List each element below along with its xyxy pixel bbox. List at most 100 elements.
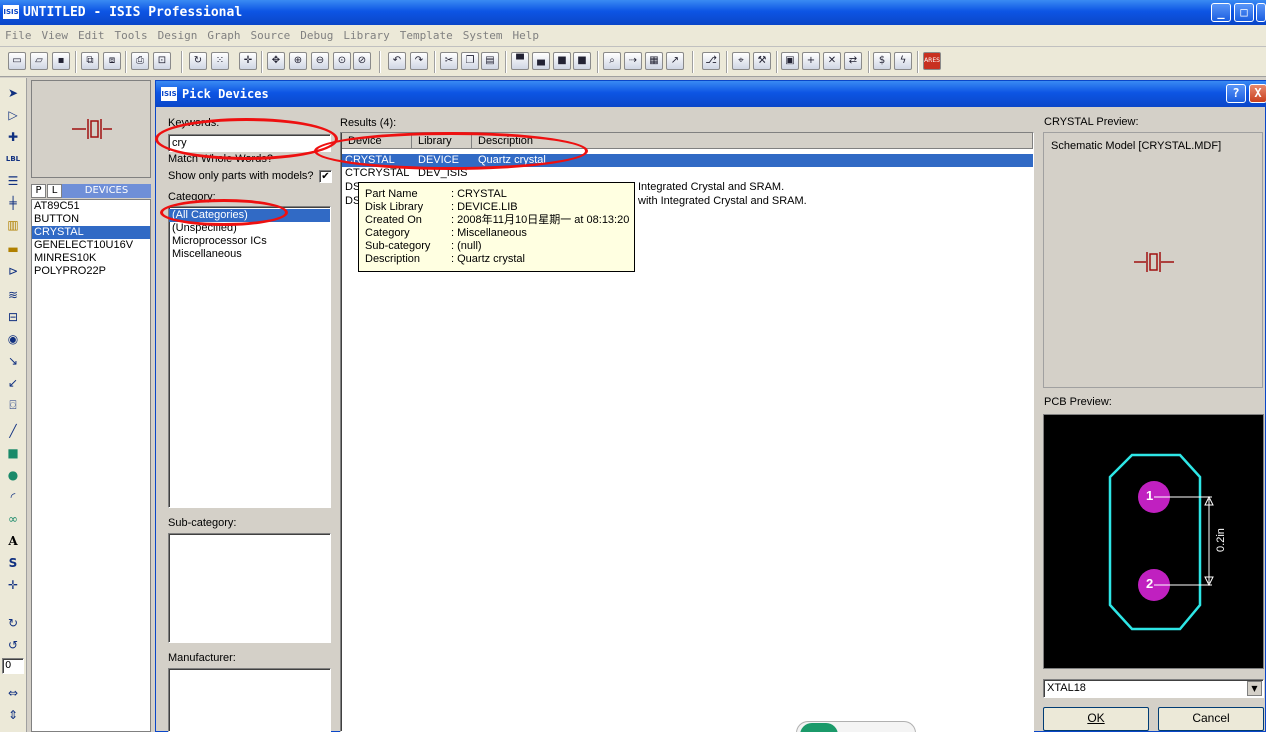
package-icon[interactable]: ▦ [645,52,663,70]
text-icon[interactable]: A [4,532,22,550]
subcategory-list[interactable] [168,533,331,643]
menu-help[interactable]: Help [507,25,544,47]
add-sheet-icon[interactable]: + [802,52,820,70]
pick-device-icon[interactable]: ⌕ [603,52,621,70]
library-manager-button[interactable]: L [47,184,62,198]
menu-template[interactable]: Template [395,25,458,47]
list-item[interactable]: GENELECT10U16V [32,239,150,252]
box-icon[interactable]: ■ [4,444,22,462]
zoom-all-icon[interactable]: ⊙ [333,52,351,70]
help-button[interactable]: ? [1226,84,1246,103]
redo-icon[interactable]: ↷ [410,52,428,70]
print-icon[interactable]: ⎙ [131,52,149,70]
new-sheet-icon[interactable]: ▣ [781,52,799,70]
close-app-button[interactable] [1256,3,1266,22]
search-icon[interactable]: ⌖ [732,52,750,70]
line-icon[interactable]: ╱ [4,422,22,440]
pick-from-library-button[interactable]: P [31,184,46,198]
grid-icon[interactable]: ⁙ [211,52,229,70]
ok-button[interactable]: OK [1043,707,1149,731]
pan-icon[interactable]: ✥ [267,52,285,70]
area-icon[interactable]: ⊡ [153,52,171,70]
path-icon[interactable]: ∞ [4,510,22,528]
origin-icon[interactable]: ✛ [239,52,257,70]
close-dialog-button[interactable]: X [1249,84,1266,103]
symbol-icon[interactable]: S [4,554,22,572]
terminal-icon[interactable]: ▬ [4,240,22,258]
tape-icon[interactable]: ⊟ [4,308,22,326]
graph-icon[interactable]: ≋ [4,286,22,304]
virtual-instrument-icon[interactable]: ⌼ [4,396,22,414]
menu-edit[interactable]: Edit [73,25,110,47]
open-icon[interactable]: ▱ [30,52,48,70]
property-tool-icon[interactable]: ⚒ [753,52,771,70]
package-select[interactable]: XTAL18 [1043,679,1264,698]
category-item[interactable]: Microprocessor ICs [169,235,330,248]
zoom-out-icon[interactable]: ⊖ [311,52,329,70]
generator-icon[interactable]: ◉ [4,330,22,348]
list-item[interactable]: BUTTON [32,213,150,226]
list-item[interactable]: AT89C51 [32,200,150,213]
bom-icon[interactable]: $ [873,52,891,70]
chevron-down-icon[interactable]: ▼ [1247,681,1262,696]
menu-source[interactable]: Source [246,25,296,47]
new-icon[interactable]: ▭ [8,52,26,70]
import-icon[interactable]: ⧉ [81,52,99,70]
menu-view[interactable]: View [37,25,74,47]
bus-icon[interactable]: ╪ [4,194,22,212]
undo-icon[interactable]: ↶ [388,52,406,70]
paste-icon[interactable]: ▤ [481,52,499,70]
zoom-in-icon[interactable]: ⊕ [289,52,307,70]
menu-debug[interactable]: Debug [295,25,338,47]
label-icon[interactable]: LBL [4,150,22,168]
save-icon[interactable]: ▪ [52,52,70,70]
cancel-button[interactable]: Cancel [1158,707,1264,731]
menu-library[interactable]: Library [338,25,394,47]
menu-tools[interactable]: Tools [110,25,153,47]
rotate-ccw-icon[interactable]: ↺ [4,636,22,654]
ares-icon[interactable]: ARES [923,52,941,70]
zoom-area-icon[interactable]: ⊘ [353,52,371,70]
circle-icon[interactable]: ● [4,466,22,484]
marker-icon[interactable]: ✛ [4,576,22,594]
copy-icon[interactable]: ❐ [461,52,479,70]
voltage-probe-icon[interactable]: ↘ [4,352,22,370]
erc-icon[interactable]: ϟ [894,52,912,70]
rotation-input[interactable]: 0 [2,658,24,674]
block-rotate-icon[interactable]: ■ [553,52,571,70]
minimize-button[interactable]: _ [1211,3,1231,22]
block-move-icon[interactable]: ▄ [532,52,550,70]
category-item[interactable]: Miscellaneous [169,248,330,261]
mirror-y-icon[interactable]: ⇕ [4,706,22,724]
menu-design[interactable]: Design [153,25,203,47]
export-icon[interactable]: ⧈ [103,52,121,70]
menu-graph[interactable]: Graph [202,25,245,47]
make-device-icon[interactable]: ⇢ [624,52,642,70]
pin-icon[interactable]: ⊳ [4,262,22,280]
subcircuit-icon[interactable]: ▥ [4,216,22,234]
component-icon[interactable]: ▷ [4,106,22,124]
wire-autorouter-icon[interactable]: ⎇ [702,52,720,70]
junction-icon[interactable]: ✚ [4,128,22,146]
block-delete-icon[interactable]: ■ [573,52,591,70]
current-probe-icon[interactable]: ↙ [4,374,22,392]
text-script-icon[interactable]: ☰ [4,172,22,190]
decompose-icon[interactable]: ↗ [666,52,684,70]
rotate-cw-icon[interactable]: ↻ [4,614,22,632]
mirror-x-icon[interactable]: ⇔ [4,684,22,702]
refresh-icon[interactable]: ↻ [189,52,207,70]
cut-icon[interactable]: ✂ [440,52,458,70]
remove-sheet-icon[interactable]: ✕ [823,52,841,70]
selection-icon[interactable]: ➤ [4,84,22,102]
goto-sheet-icon[interactable]: ⇄ [844,52,862,70]
list-item[interactable]: POLYPRO22P [32,265,150,278]
manufacturer-list[interactable] [168,668,331,732]
list-item[interactable]: CRYSTAL [32,226,150,239]
block-copy-icon[interactable]: ▀ [511,52,529,70]
arc-icon[interactable]: ◜ [4,488,22,506]
maximize-button[interactable]: □ [1234,3,1254,22]
menu-system[interactable]: System [458,25,508,47]
list-item[interactable]: MINRES10K [32,252,150,265]
menu-file[interactable]: File [0,25,37,47]
show-only-models-checkbox[interactable]: ✔ [319,170,332,183]
